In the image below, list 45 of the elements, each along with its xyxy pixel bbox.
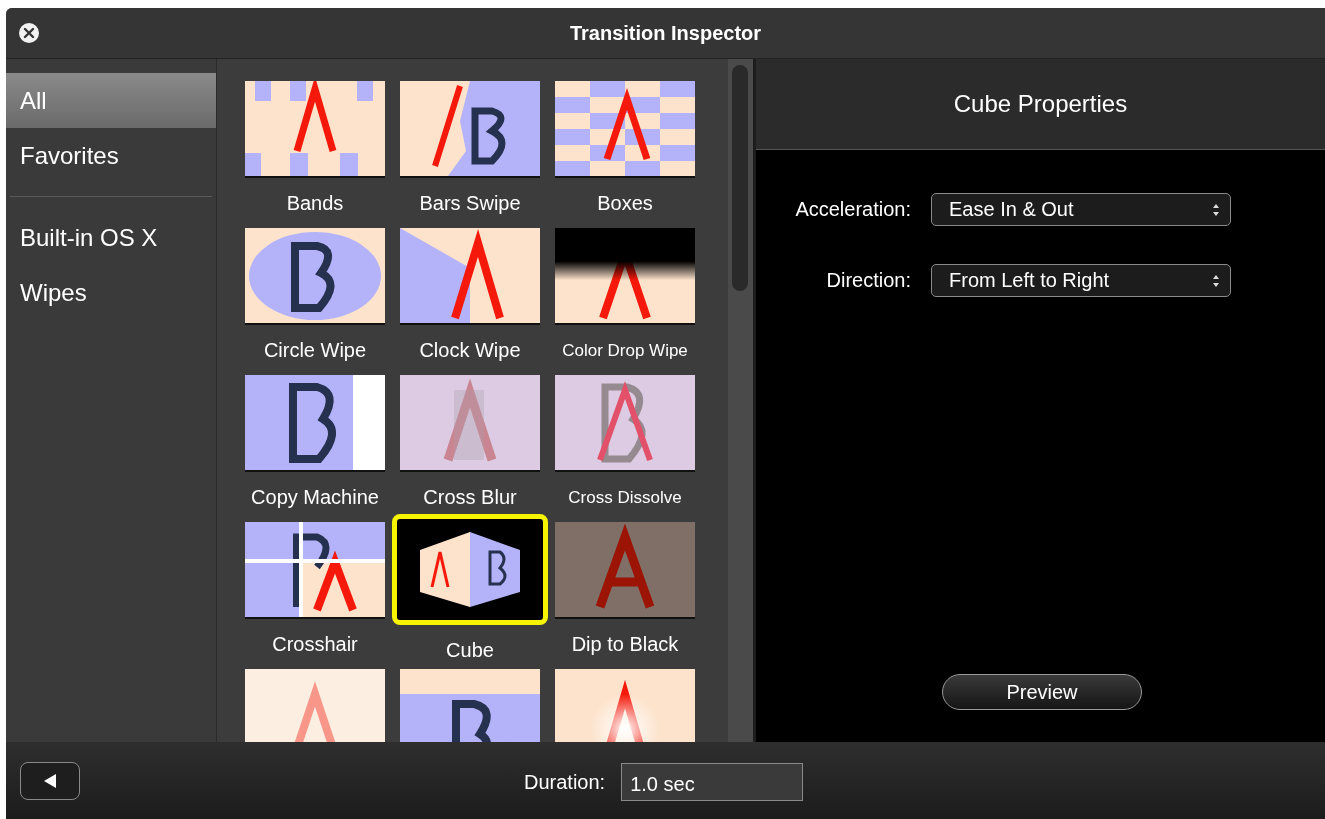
- popup-button[interactable]: From Left to Right: [931, 264, 1231, 297]
- up-down-arrows-icon: [1212, 273, 1220, 288]
- up-down-arrows-icon: [1212, 202, 1220, 217]
- transition-thumbnail[interactable]: [245, 375, 385, 472]
- field-label: Acceleration:: [794, 198, 911, 221]
- transition-thumbnail[interactable]: [555, 522, 695, 619]
- transition-thumbnail[interactable]: [400, 375, 540, 472]
- transition-thumbnail[interactable]: [555, 375, 695, 472]
- sidebar-item[interactable]: All: [6, 73, 216, 128]
- properties-title: Cube Properties: [953, 90, 1128, 118]
- transition-name: Crosshair: [272, 633, 358, 656]
- transition-name: Cube: [446, 639, 494, 662]
- transition-name: Copy Machine: [251, 486, 379, 509]
- duration-field[interactable]: 1.0 sec: [621, 763, 804, 801]
- sidebar-item[interactable]: Favorites: [6, 128, 216, 183]
- field-label: Direction:: [825, 269, 911, 292]
- transition-thumbnail[interactable]: [245, 81, 385, 178]
- duration-label: Duration:: [524, 770, 606, 794]
- transition-name: Bars Swipe: [419, 192, 521, 215]
- transition-name: Cross Blur: [423, 486, 517, 509]
- close-icon[interactable]: [18, 22, 40, 44]
- scrollbar[interactable]: [728, 59, 753, 742]
- window-title: Transition Inspector: [569, 21, 762, 45]
- transition-name: Bands: [286, 192, 344, 215]
- transition-name: Dip to Black: [571, 633, 679, 656]
- transition-thumbnail[interactable]: [555, 228, 695, 325]
- transition-name: Color Drop Wipe: [562, 341, 688, 361]
- transition-name: Clock Wipe: [419, 339, 521, 362]
- transition-thumbnail[interactable]: [245, 522, 385, 619]
- transition-thumbnail[interactable]: [555, 81, 695, 178]
- transition-thumbnail[interactable]: [555, 669, 695, 742]
- transition-thumbnail[interactable]: [245, 228, 385, 325]
- sidebar-item[interactable]: Built-in OS X: [6, 210, 216, 265]
- transition-thumbnail[interactable]: [400, 228, 540, 325]
- transition-name: Circle Wipe: [263, 339, 367, 362]
- transition-thumbnail[interactable]: [245, 669, 385, 742]
- transition-name: Cross Dissolve: [568, 488, 682, 508]
- left-triangle-icon: [43, 772, 57, 789]
- transition-thumbnail[interactable]: [400, 81, 540, 178]
- back-button[interactable]: [20, 761, 80, 800]
- preview-button[interactable]: Preview: [942, 674, 1142, 710]
- transition-name: Boxes: [597, 192, 653, 215]
- sidebar-item[interactable]: Wipes: [6, 265, 216, 320]
- popup-button[interactable]: Ease In & Out: [931, 193, 1231, 226]
- transition-thumbnail[interactable]: [400, 669, 540, 742]
